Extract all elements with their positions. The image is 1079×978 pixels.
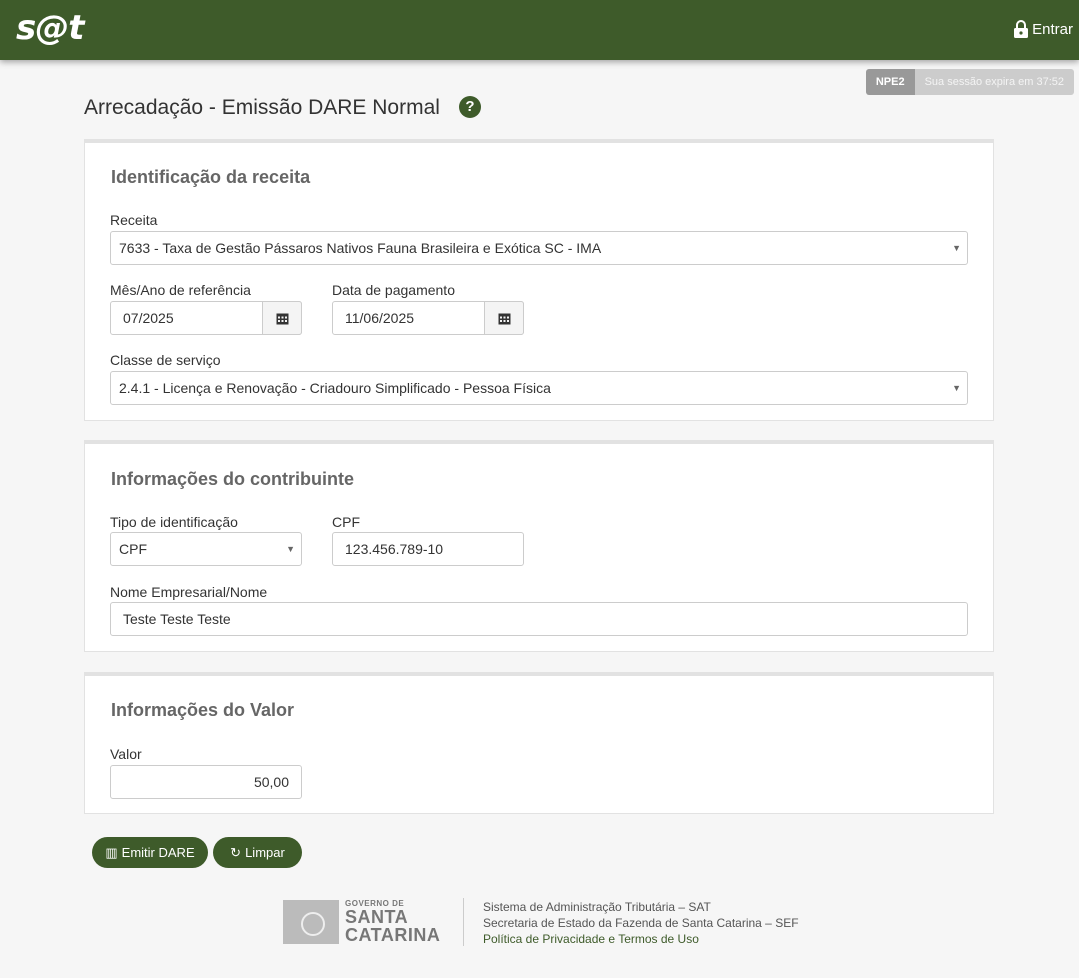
footer-divider [463,898,464,946]
environment-badge: NPE2 [865,69,915,95]
value-panel: Informações do Valor Valor 50,00 [84,672,994,814]
payment-date-input[interactable]: 11/06/2025 [332,301,524,335]
chevron-down-icon: ▼ [286,544,295,554]
service-class-value: 2.4.1 - Licença e Renovação - Criadouro … [119,380,551,396]
gov-line1: SANTA [345,907,409,927]
cpf-input[interactable]: 123.456.789-10 [332,532,524,566]
receita-select[interactable]: 7633 - Taxa de Gestão Pássaros Nativos F… [110,231,968,265]
value-section-title: Informações do Valor [111,700,295,720]
name-input[interactable]: Teste Teste Teste [110,602,968,636]
taxpayer-section-title: Informações do contribuinte [111,469,355,489]
payment-date-value: 11/06/2025 [345,310,415,326]
receita-label: Receita [110,212,158,228]
revenue-panel: Identificação da receita Receita 7633 - … [84,139,994,421]
emit-dare-label: Emitir DARE [121,845,195,860]
service-class-label: Classe de serviço [110,352,221,368]
gov-line2: CATARINA [345,925,441,945]
privacy-link[interactable]: Política de Privacidade e Termos de Uso [483,932,699,946]
login-label: Entrar [1032,20,1073,38]
month-reference-label: Mês/Ano de referência [110,282,251,298]
sat-logo[interactable]: s@t [16,8,84,48]
state-emblem-icon [283,900,339,944]
payment-date-label: Data de pagamento [332,282,455,298]
emit-dare-button[interactable]: ▥ Emitir DARE [92,837,208,868]
month-reference-value: 07/2025 [123,310,174,326]
month-calendar-button[interactable] [262,301,302,335]
id-type-label: Tipo de identificação [110,514,238,530]
name-label: Nome Empresarial/Nome [110,584,268,600]
top-navbar: s@t Entrar [0,0,1079,60]
receita-value: 7633 - Taxa de Gestão Pássaros Nativos F… [119,240,602,256]
clear-button[interactable]: ↻ Limpar [213,837,302,868]
footer-system-name: Sistema de Administração Tributária – SA… [483,900,711,914]
cpf-label: CPF [332,514,360,530]
payment-calendar-button[interactable] [484,301,524,335]
calendar-icon [276,313,288,324]
session-badge: NPE2 Sua sessão expira em 37:52 [865,69,1074,95]
month-reference-input[interactable]: 07/2025 [110,301,302,335]
page-title: Arrecadação - Emissão DARE Normal [84,96,440,119]
id-type-value: CPF [119,541,147,557]
government-logo: GOVERNO DE SANTA CATARINA [283,900,443,944]
barcode-icon: ▥ [105,844,118,860]
session-expiry-text: Sua sessão expira em 37:52 [914,69,1074,95]
calendar-icon [498,313,510,324]
taxpayer-panel: Informações do contribuinte Tipo de iden… [84,440,994,652]
chevron-down-icon: ▼ [952,243,961,253]
revenue-section-title: Identificação da receita [111,167,311,187]
id-type-select[interactable]: CPF ▼ [110,532,302,566]
value-label: Valor [110,746,142,762]
chevron-down-icon: ▼ [952,383,961,393]
clear-label: Limpar [245,845,285,860]
service-class-select[interactable]: 2.4.1 - Licença e Renovação - Criadouro … [110,371,968,405]
login-button[interactable]: Entrar [1014,20,1073,38]
value-input[interactable]: 50,00 [110,765,302,799]
footer-secretariat-name: Secretaria de Estado da Fazenda de Santa… [483,916,799,930]
refresh-icon: ↻ [230,844,242,860]
lock-icon [1014,20,1029,38]
help-icon[interactable]: ? [459,96,481,118]
